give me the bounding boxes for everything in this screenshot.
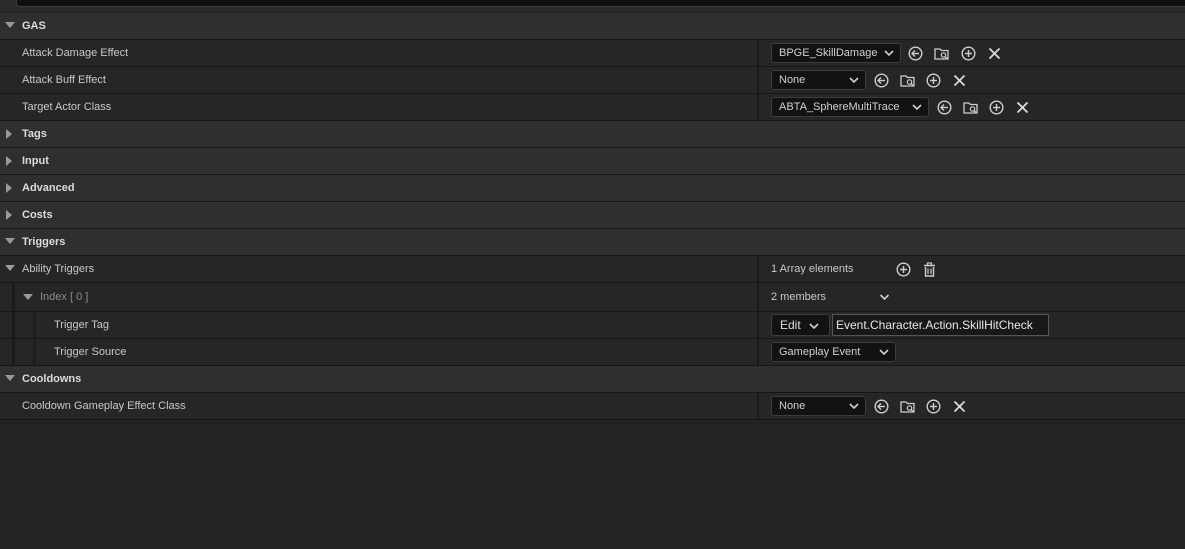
combo-value: Gameplay Event (779, 346, 861, 358)
gameplay-tag-field[interactable]: Event.Character.Action.SkillHitCheck (832, 314, 1049, 336)
expand-struct-arrow-icon[interactable] (23, 294, 33, 300)
add-icon[interactable] (926, 399, 941, 414)
use-selected-icon[interactable] (874, 73, 889, 88)
combo-value: ABTA_SphereMultiTrace (779, 101, 900, 113)
category-advanced[interactable]: Advanced (0, 175, 1185, 202)
category-label: Costs (22, 209, 53, 221)
property-row-trigger-source: Trigger Source Gameplay Event (0, 339, 1185, 366)
search-input[interactable] (16, 0, 1185, 7)
clear-icon[interactable] (1015, 100, 1030, 115)
column-splitter[interactable] (757, 94, 759, 120)
collapsed-arrow-icon (6, 183, 12, 193)
index-label: Index [ 0 ] (40, 291, 89, 303)
category-input[interactable]: Input (0, 148, 1185, 175)
indent-guide (33, 339, 36, 366)
category-costs[interactable]: Costs (0, 202, 1185, 229)
class-picker-combo[interactable]: BPGE_SkillDamage (771, 43, 901, 63)
property-row-trigger-tag: Trigger Tag Edit Event.Character.Action.… (0, 312, 1185, 339)
trigger-source-dropdown[interactable]: Gameplay Event (771, 342, 896, 362)
search-icon (21, 0, 34, 2)
add-icon[interactable] (926, 73, 941, 88)
property-row-cooldown-effect-class: Cooldown Gameplay Effect Class None (0, 393, 1185, 420)
indent-guide (12, 312, 15, 339)
browse-folder-icon[interactable] (963, 100, 978, 115)
expand-array-arrow-icon[interactable] (5, 265, 15, 271)
clear-icon[interactable] (952, 73, 967, 88)
expanded-arrow-icon (5, 375, 15, 381)
expanded-arrow-icon (5, 238, 15, 244)
column-splitter[interactable] (757, 67, 759, 93)
property-label: Target Actor Class (22, 101, 112, 113)
property-label: Trigger Tag (54, 319, 110, 331)
column-splitter[interactable] (757, 256, 759, 282)
array-count: 1 Array elements (771, 263, 854, 275)
category-cooldowns[interactable]: Cooldowns (0, 366, 1185, 393)
category-tags[interactable]: Tags (0, 121, 1185, 148)
category-gas[interactable]: GAS (0, 13, 1185, 40)
collapsed-arrow-icon (6, 129, 12, 139)
indent-guide (12, 283, 15, 312)
property-row-attack-damage-effect: Attack Damage Effect BPGE_SkillDamage (0, 40, 1185, 67)
category-label: Advanced (22, 182, 75, 194)
browse-folder-icon[interactable] (900, 399, 915, 414)
add-element-icon[interactable] (896, 262, 911, 277)
category-label: Triggers (22, 236, 66, 248)
browse-folder-icon[interactable] (900, 73, 915, 88)
add-icon[interactable] (989, 100, 1004, 115)
property-row-ability-triggers: Ability Triggers 1 Array elements (0, 256, 1185, 283)
category-triggers[interactable]: Triggers (0, 229, 1185, 256)
chevron-down-icon (809, 323, 819, 330)
add-icon[interactable] (961, 46, 976, 61)
category-label: Input (22, 155, 49, 167)
chevron-down-icon[interactable] (879, 293, 890, 301)
property-label: Cooldown Gameplay Effect Class (22, 400, 186, 412)
category-label: GAS (22, 20, 46, 32)
combo-value: None (779, 74, 806, 86)
combo-value: BPGE_SkillDamage (779, 47, 878, 59)
use-selected-icon[interactable] (937, 100, 952, 115)
property-row-target-actor-class: Target Actor Class ABTA_SphereMultiTrace (0, 94, 1185, 121)
property-label: Ability Triggers (22, 263, 95, 275)
category-label: Tags (22, 128, 47, 140)
collapsed-arrow-icon (6, 156, 12, 166)
class-picker-combo[interactable]: ABTA_SphereMultiTrace (771, 97, 929, 117)
use-selected-icon[interactable] (908, 46, 923, 61)
chevron-down-icon (912, 104, 922, 111)
struct-member-count: 2 members (771, 291, 827, 303)
trash-icon[interactable] (922, 262, 937, 277)
property-label: Attack Buff Effect (22, 74, 106, 86)
column-splitter[interactable] (757, 283, 759, 311)
chevron-down-icon (879, 349, 889, 356)
column-splitter[interactable] (757, 312, 759, 338)
category-label: Cooldowns (22, 373, 82, 385)
indent-guide (33, 312, 36, 339)
top-toolbar (0, 0, 1185, 12)
chevron-down-icon (884, 50, 894, 57)
edit-label: Edit (780, 318, 801, 332)
class-picker-combo[interactable]: None (771, 396, 866, 416)
use-selected-icon[interactable] (874, 399, 889, 414)
browse-folder-icon[interactable] (934, 46, 949, 61)
class-picker-combo[interactable]: None (771, 70, 866, 90)
property-row-attack-buff-effect: Attack Buff Effect None (0, 67, 1185, 94)
combo-value: None (779, 400, 806, 412)
chevron-down-icon (849, 77, 859, 84)
chevron-down-icon (849, 403, 859, 410)
property-label: Attack Damage Effect (22, 47, 129, 59)
property-label: Trigger Source (54, 346, 127, 358)
array-index-row: Index [ 0 ] 2 members (0, 283, 1185, 312)
column-splitter[interactable] (757, 393, 759, 419)
edit-tag-button[interactable]: Edit (771, 314, 830, 336)
clear-icon[interactable] (987, 46, 1002, 61)
indent-guide (12, 339, 15, 366)
collapsed-arrow-icon (6, 210, 12, 220)
column-splitter[interactable] (757, 339, 759, 365)
clear-icon[interactable] (952, 399, 967, 414)
column-splitter[interactable] (757, 40, 759, 66)
expanded-arrow-icon (5, 22, 15, 28)
